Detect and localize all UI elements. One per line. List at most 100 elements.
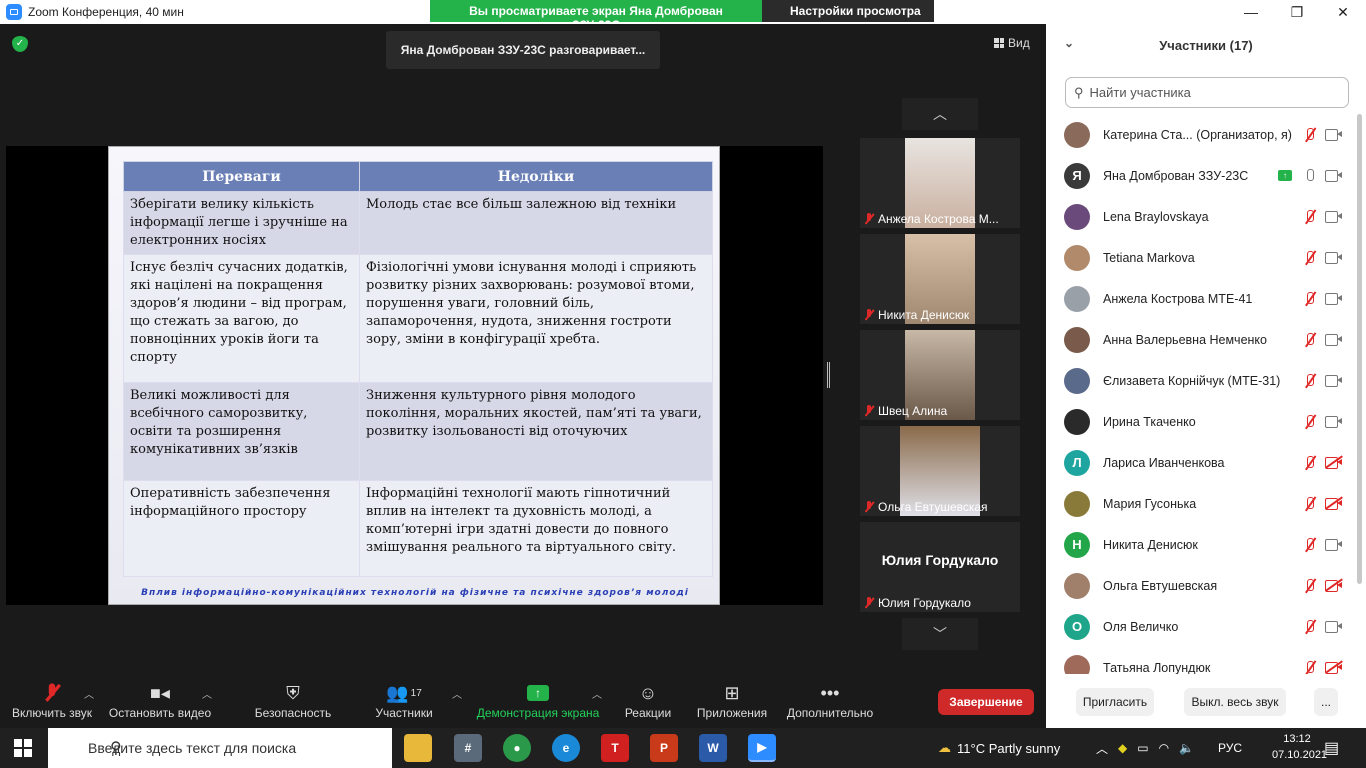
stop-video-button[interactable]: ■◂ Остановить видео: [106, 680, 214, 721]
windows-start-icon[interactable]: [14, 739, 32, 757]
language-indicator[interactable]: РУС: [1218, 728, 1242, 768]
end-meeting-button[interactable]: Завершение: [938, 689, 1034, 715]
taskbar-search-input[interactable]: ⚲ Введите здесь текст для поиска: [48, 728, 392, 768]
participant-row[interactable]: Н Никита Денисюк: [1046, 524, 1358, 565]
video-tile[interactable]: Ольга Евтушевская: [860, 426, 1020, 516]
video-off-icon: [1325, 659, 1343, 675]
participant-row[interactable]: Ирина Ткаченко: [1046, 401, 1358, 442]
avatar: Н: [1064, 531, 1090, 558]
tile-name: Ольга Евтушевская: [864, 500, 988, 514]
tray-app-icon[interactable]: ◆: [1118, 741, 1127, 755]
search-placeholder: Найти участника: [1089, 85, 1191, 100]
reactions-button[interactable]: ☺ Реакции: [620, 680, 676, 721]
more-dots-icon: •••: [820, 682, 840, 703]
table-cell: Інформаційні технології мають гіпнотични…: [359, 480, 713, 577]
participant-row[interactable]: Л Лариса Иванченкова: [1046, 442, 1358, 483]
panel-more-button[interactable]: ...: [1314, 688, 1338, 716]
participant-search-input[interactable]: ⚲ Найти участника: [1065, 77, 1349, 108]
participant-row[interactable]: Tetiana Markova: [1046, 237, 1358, 278]
share-options-caret[interactable]: ︿: [592, 686, 602, 701]
mic-muted-icon: [864, 405, 874, 417]
view-button[interactable]: Вид: [994, 36, 1030, 50]
notifications-icon[interactable]: ▤: [1324, 728, 1339, 768]
powerpoint-icon[interactable]: P: [650, 734, 678, 762]
tile-name-label: Никита Денисюк: [878, 308, 970, 322]
table-cell: Зберігати велику кількість інформації ле…: [123, 191, 360, 255]
avatar: Л: [1064, 449, 1090, 476]
participant-list: Катерина Ста... (Организатор, я) Я Яна Дом…: [1046, 114, 1358, 674]
share-screen-icon: ↑: [474, 680, 602, 706]
participant-row[interactable]: О Оля Величко: [1046, 606, 1358, 647]
table-cell: Оперативність забезпечення інформаційног…: [123, 480, 360, 577]
collapse-chevron-icon[interactable]: ⌄: [1064, 36, 1074, 50]
video-tile[interactable]: Никита Денисюк: [860, 234, 1020, 324]
video-tile[interactable]: Юлия Гордукало Юлия Гордукало: [860, 522, 1020, 612]
word-icon[interactable]: W: [699, 734, 727, 762]
edge-icon[interactable]: e: [552, 734, 580, 762]
apps-button[interactable]: ⊞ Приложения: [692, 680, 772, 721]
file-explorer-icon[interactable]: [404, 734, 432, 762]
calculator-icon[interactable]: #: [454, 734, 482, 762]
meeting-toolbar: Включить звук ︿ ■◂ Остановить видео ︿ ⛨ …: [0, 676, 1046, 728]
volume-icon[interactable]: 🔈: [1179, 741, 1194, 755]
more-button[interactable]: ••• Дополнительно: [782, 680, 878, 721]
audio-options-caret[interactable]: ︿: [84, 686, 94, 701]
participants-button[interactable]: 👥 17 Участники: [368, 680, 440, 721]
shield-icon: ⛨: [286, 682, 300, 703]
participant-row[interactable]: Анна Валерьевна Немченко: [1046, 319, 1358, 360]
chevron-down-icon: ﹀: [933, 626, 947, 642]
participant-row[interactable]: Ольга Евтушевская: [1046, 565, 1358, 606]
close-button[interactable]: ✕: [1320, 0, 1366, 24]
grid-icon: [994, 38, 1004, 48]
taskbar-clock[interactable]: 13:12 07.10.2021: [1272, 731, 1327, 763]
security-button[interactable]: ⛨ Безопасность: [250, 680, 336, 721]
participant-row[interactable]: Мария Гусонька: [1046, 483, 1358, 524]
table-cell: Зниження культурного рівня молодого поко…: [359, 382, 713, 481]
participant-name: Яна Домброван ЗЗУ-23С: [1103, 168, 1249, 183]
splitter-handle[interactable]: [827, 362, 830, 388]
avatar: [1064, 203, 1090, 230]
mute-all-button[interactable]: Выкл. весь звук: [1184, 688, 1286, 716]
participant-name: Анжела Кострова МТЕ-41: [1103, 291, 1253, 306]
tile-name: Анжела Кострова М...: [864, 212, 999, 226]
participant-scrollbar[interactable]: [1357, 114, 1362, 584]
invite-button[interactable]: Пригласить: [1076, 688, 1154, 716]
unmute-button[interactable]: Включить звук: [8, 680, 96, 720]
view-settings-label: Настройки просмотра: [790, 4, 921, 18]
video-options-caret[interactable]: ︿: [202, 686, 212, 701]
table-cell: Великі можливості для всебічного самороз…: [123, 382, 360, 481]
battery-icon[interactable]: ▭: [1137, 741, 1148, 755]
mic-muted-icon: [1302, 250, 1318, 266]
chrome-icon[interactable]: ●: [503, 734, 531, 762]
tray-expand-icon[interactable]: ︿: [1096, 740, 1108, 757]
participant-row[interactable]: Анжела Кострова МТЕ-41: [1046, 278, 1358, 319]
video-tile[interactable]: Анжела Кострова М...: [860, 138, 1020, 228]
zoom-logo-icon: [6, 4, 22, 20]
participant-row[interactable]: Єлизавета Корнійчук (МТЕ-31): [1046, 360, 1358, 401]
tile-name-label: Анжела Кострова М...: [878, 212, 999, 226]
participant-row[interactable]: Lena Braylovskaya: [1046, 196, 1358, 237]
security-shield-icon[interactable]: ✓: [12, 36, 28, 52]
tile-big-name: Юлия Гордукало: [881, 552, 999, 568]
wifi-icon[interactable]: ◠: [1159, 741, 1169, 755]
participant-row[interactable]: Я Яна Домброван ЗЗУ-23С ↑: [1046, 155, 1358, 196]
participant-row[interactable]: Татьяна Лопундюк: [1046, 647, 1358, 674]
gallery-up-button[interactable]: ︿: [902, 98, 978, 130]
video-tile[interactable]: Швец Алина: [860, 330, 1020, 420]
mic-muted-icon: [1302, 127, 1318, 143]
share-screen-button[interactable]: ↑ Демонстрация экрана: [474, 680, 602, 720]
minimize-button[interactable]: —: [1228, 0, 1274, 24]
video-camera-icon: [1325, 251, 1343, 265]
participants-options-caret[interactable]: ︿: [452, 686, 462, 701]
t-app-icon[interactable]: T: [601, 734, 629, 762]
view-settings-button[interactable]: Настройки просмотра ⌄: [762, 0, 934, 32]
gallery-down-button[interactable]: ﹀: [902, 618, 978, 650]
avatar: О: [1064, 613, 1090, 640]
participant-name: Оля Величко: [1103, 619, 1179, 634]
zoom-taskbar-icon[interactable]: ▶: [748, 734, 776, 762]
weather-widget[interactable]: ☁ 11°C Partly sunny: [938, 728, 1060, 768]
mic-muted-icon: [1302, 619, 1318, 635]
restore-button[interactable]: ❐: [1274, 0, 1320, 24]
speaking-indicator: Яна Домброван ЗЗУ-23С разговаривает...: [386, 31, 660, 69]
participant-row[interactable]: Катерина Ста... (Организатор, я): [1046, 114, 1358, 155]
